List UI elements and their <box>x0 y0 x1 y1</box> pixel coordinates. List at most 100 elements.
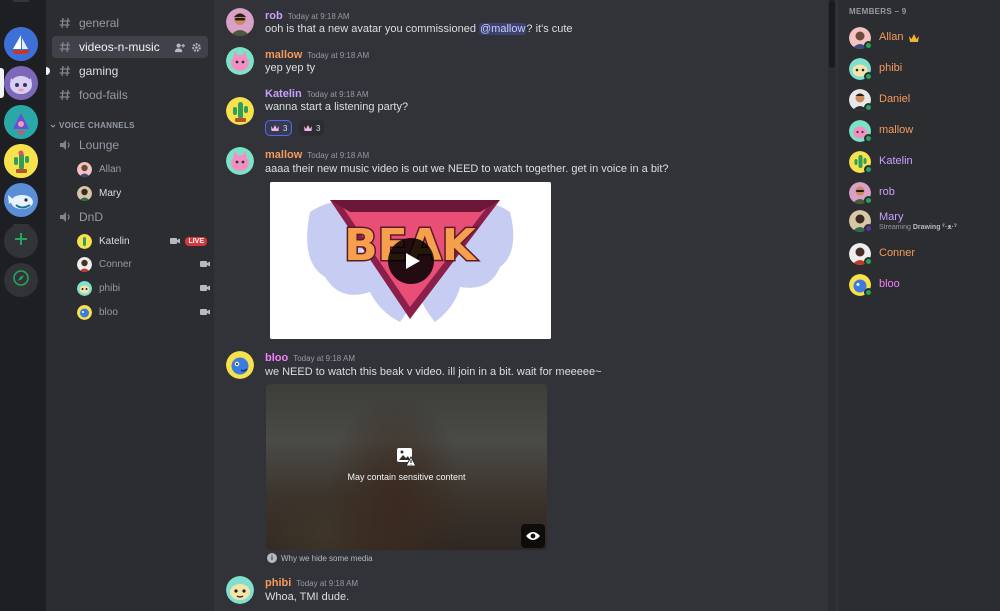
member-name: mallow <box>879 124 914 136</box>
member-allan[interactable]: Allan <box>848 25 996 51</box>
reaction-button[interactable]: 3 <box>299 120 325 136</box>
message-author[interactable]: mallow <box>265 149 302 161</box>
user-mention[interactable]: @mallow <box>479 23 527 35</box>
message-author[interactable]: rob <box>265 10 283 22</box>
explore-servers-button[interactable] <box>4 263 38 297</box>
member-mary[interactable]: Mary Streaming Drawing ˁ·ᴥ·ˀ <box>848 205 996 237</box>
category-label: VOICE CHANNELS <box>59 121 135 130</box>
member-name: rob <box>879 186 895 198</box>
invite-icon[interactable] <box>174 42 185 53</box>
voice-user-mary[interactable]: Mary <box>77 183 207 203</box>
server-icon-whale[interactable] <box>4 183 38 217</box>
member-daniel[interactable]: Daniel <box>848 87 996 113</box>
voice-channel-dnd[interactable]: DnD <box>52 206 208 228</box>
member-name: Daniel <box>879 93 911 105</box>
online-status-icon <box>864 257 873 266</box>
voice-user-bloo[interactable]: bloo <box>77 302 210 322</box>
avatar[interactable] <box>226 8 254 36</box>
message-timestamp: Today at 9:18 AM <box>307 51 370 60</box>
member-katelin[interactable]: Katelin <box>848 149 996 175</box>
add-server-button[interactable] <box>4 224 38 258</box>
avatar[interactable] <box>226 576 254 604</box>
voice-user-conner[interactable]: Conner <box>77 254 210 274</box>
sensitive-media-blurred[interactable] <box>266 384 547 550</box>
online-status-icon <box>864 196 873 205</box>
why-hide-media-text: Why we hide some media <box>281 553 373 563</box>
online-status-icon <box>864 134 873 143</box>
gear-icon[interactable] <box>191 42 202 53</box>
sensitive-image-icon <box>396 446 417 467</box>
avatar[interactable] <box>226 351 254 379</box>
message-author[interactable]: Katelin <box>265 88 302 100</box>
message-author[interactable]: bloo <box>265 352 288 364</box>
hash-icon <box>59 89 70 101</box>
avatar[interactable] <box>226 47 254 75</box>
voice-channel-lounge[interactable]: Lounge <box>52 134 208 156</box>
avatar <box>77 185 92 201</box>
message-author[interactable]: phibi <box>265 577 291 589</box>
message-timestamp: Today at 9:18 AM <box>307 151 370 160</box>
online-status-icon <box>864 288 873 297</box>
message-timestamp: Today at 9:18 AM <box>296 579 359 588</box>
reveal-media-button[interactable] <box>521 524 545 548</box>
voice-user-name: Allan <box>99 163 122 175</box>
channel-food-fails[interactable]: food-fails <box>52 84 208 106</box>
avatar[interactable] <box>226 97 254 125</box>
server-icon-bird[interactable] <box>4 105 38 139</box>
member-mallow[interactable]: mallow <box>848 118 996 144</box>
channel-label: gaming <box>79 64 119 78</box>
message-author[interactable]: mallow <box>265 49 302 61</box>
voice-user-name: Katelin <box>99 235 130 247</box>
message-header: mallow Today at 9:18 AM <box>265 149 369 161</box>
avatar <box>77 280 92 296</box>
channel-gaming[interactable]: gaming <box>52 60 208 82</box>
why-hide-media-link[interactable]: i Why we hide some media <box>267 553 373 563</box>
play-icon <box>405 253 420 269</box>
camera-icon <box>200 284 210 292</box>
crown-icon <box>908 30 920 42</box>
camera-icon <box>170 237 181 245</box>
avatar <box>77 304 92 320</box>
channel-general[interactable]: general <box>52 12 208 34</box>
message-text: yep yep ty <box>265 62 316 74</box>
server-icon-cat[interactable] <box>4 66 38 100</box>
member-rob[interactable]: rob <box>848 180 996 206</box>
reaction-count: 3 <box>316 123 321 133</box>
play-button[interactable] <box>388 238 434 284</box>
channel-label: Lounge <box>79 138 120 152</box>
voice-user-katelin[interactable]: Katelin LIVE <box>77 231 207 251</box>
avatar[interactable] <box>226 147 254 175</box>
channel-label: food-fails <box>79 88 128 102</box>
activity-name: Drawing ˁ·ᴥ·ˀ <box>912 224 957 231</box>
scrollbar-thumb[interactable] <box>829 0 835 68</box>
member-name: bloo <box>879 278 900 290</box>
reaction-button[interactable]: 3 <box>265 120 293 136</box>
avatar <box>77 161 92 177</box>
channel-label: videos-n-music <box>79 40 160 54</box>
activity-prefix: Streaming <box>879 224 911 231</box>
member-conner[interactable]: Conner <box>848 241 996 267</box>
crown-emoji-icon <box>270 124 280 132</box>
voice-user-phibi[interactable]: phibi <box>77 278 210 298</box>
streaming-status-icon <box>864 224 873 233</box>
sensitive-content-label: May contain sensitive content <box>347 472 466 482</box>
message-header: phibi Today at 9:18 AM <box>265 577 358 589</box>
member-name: Conner <box>879 247 916 259</box>
voice-user-allan[interactable]: Allan <box>77 159 207 179</box>
member-name: Mary <box>879 211 904 223</box>
member-list-header: MEMBERS – 9 <box>849 7 907 16</box>
member-bloo[interactable]: bloo <box>848 272 996 298</box>
eye-icon <box>525 531 541 541</box>
rail-divider <box>13 0 29 2</box>
message-timestamp: Today at 9:18 AM <box>287 12 350 21</box>
server-icon-cactus[interactable] <box>4 144 38 178</box>
scrollbar-track[interactable] <box>828 0 836 611</box>
channel-label: general <box>79 16 120 30</box>
member-phibi[interactable]: phibi <box>848 56 996 82</box>
voice-user-name: phibi <box>99 282 121 294</box>
voice-channels-category[interactable]: VOICE CHANNELS <box>50 121 135 130</box>
reaction-count: 3 <box>283 123 288 133</box>
channel-videos-n-music[interactable]: videos-n-music <box>52 36 208 58</box>
server-icon-sailboat[interactable] <box>4 27 38 61</box>
message-text: Whoa, TMI dude. <box>265 591 350 603</box>
